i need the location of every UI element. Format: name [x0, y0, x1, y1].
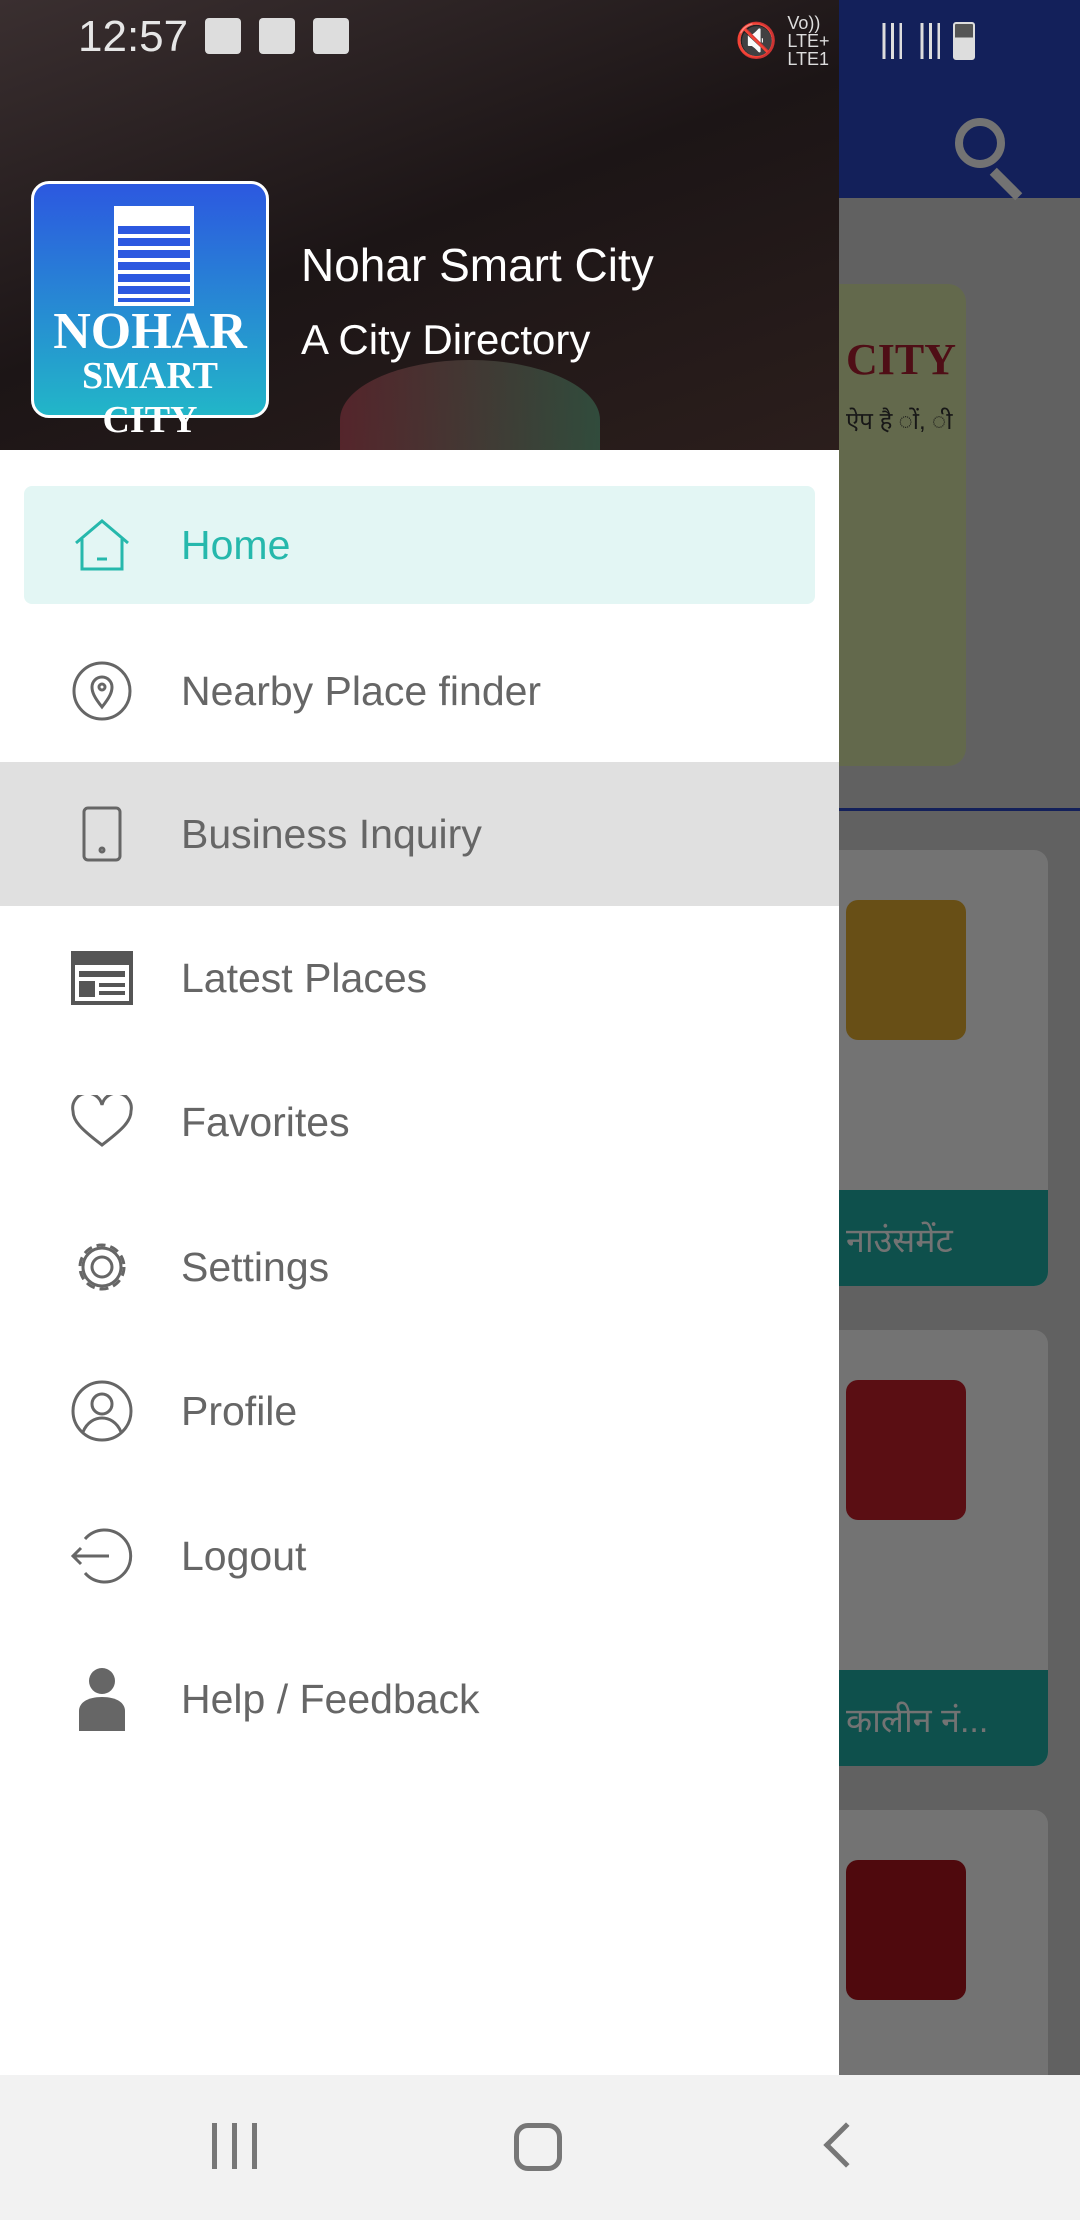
banner-title: CITY [846, 335, 957, 384]
battery-icon [953, 22, 976, 60]
person-icon [70, 1667, 134, 1731]
logo-text: SMART CITY [82, 355, 218, 441]
mail-notification-icon [313, 18, 349, 54]
menu-label: Profile [181, 1387, 298, 1434]
drawer-title: Nohar Smart City [301, 239, 654, 291]
building-icon [114, 206, 194, 306]
menu-label: Logout [181, 1532, 307, 1579]
message-notification-icon [259, 18, 295, 54]
menu-label: Help / Feedback [181, 1675, 480, 1722]
signal-icon [915, 23, 944, 59]
navigation-drawer: NOHAR SMART CITY Nohar Smart City A City… [0, 0, 839, 2075]
menu-label: Home [181, 521, 291, 568]
menu-item-latest-places[interactable]: Latest Places [0, 906, 839, 1050]
menu-item-favorites[interactable]: Favorites [0, 1050, 839, 1194]
menu-item-nearby[interactable]: Nearby Place finder [0, 619, 839, 763]
signal-icon [877, 23, 906, 59]
phone-icon [70, 802, 134, 866]
status-bar: 12:57 🔇 Vo)) LTE+ LTE1 [0, 0, 1080, 73]
banner-text: ऐप है ों, ी [846, 408, 953, 435]
menu-label: Nearby Place finder [181, 667, 542, 714]
logo-text: NOHAR [53, 303, 247, 360]
menu-item-settings[interactable]: Settings [0, 1195, 839, 1339]
menu-label: Settings [181, 1243, 330, 1290]
home-icon [70, 513, 134, 577]
menu-item-help-feedback[interactable]: Help / Feedback [0, 1627, 839, 1771]
menu-label: Business Inquiry [181, 810, 482, 857]
mute-icon: 🔇 [735, 22, 778, 60]
image-notification-icon [205, 18, 241, 54]
train-icon [846, 1860, 966, 2000]
gear-icon [70, 1235, 134, 1299]
network-indicator: Vo)) LTE+ LTE1 [787, 13, 830, 69]
clock: 12:57 [78, 12, 189, 61]
heart-icon [70, 1090, 134, 1154]
menu-item-profile[interactable]: Profile [0, 1339, 839, 1483]
menu-item-home[interactable]: Home [24, 486, 815, 604]
home-button[interactable] [514, 2123, 562, 2171]
siren-icon [846, 1380, 966, 1520]
menu-label: Favorites [181, 1098, 350, 1145]
system-navigation-bar [0, 2075, 1080, 2220]
drawer-subtitle: A City Directory [301, 316, 591, 363]
search-icon[interactable] [955, 118, 1005, 168]
divider [839, 808, 1080, 811]
recents-button[interactable] [212, 2123, 258, 2169]
profile-icon [70, 1379, 134, 1443]
menu-label: Latest Places [181, 954, 428, 1001]
back-button[interactable] [823, 2122, 869, 2168]
logout-icon [70, 1524, 134, 1588]
calendar-icon [70, 946, 134, 1010]
megaphone-icon [846, 900, 966, 1040]
app-logo: NOHAR SMART CITY [31, 181, 269, 441]
menu-item-business-inquiry[interactable]: Business Inquiry [0, 762, 839, 906]
menu-item-logout[interactable]: Logout [0, 1484, 839, 1628]
location-pin-icon [70, 659, 134, 723]
header-background-image [340, 360, 600, 450]
